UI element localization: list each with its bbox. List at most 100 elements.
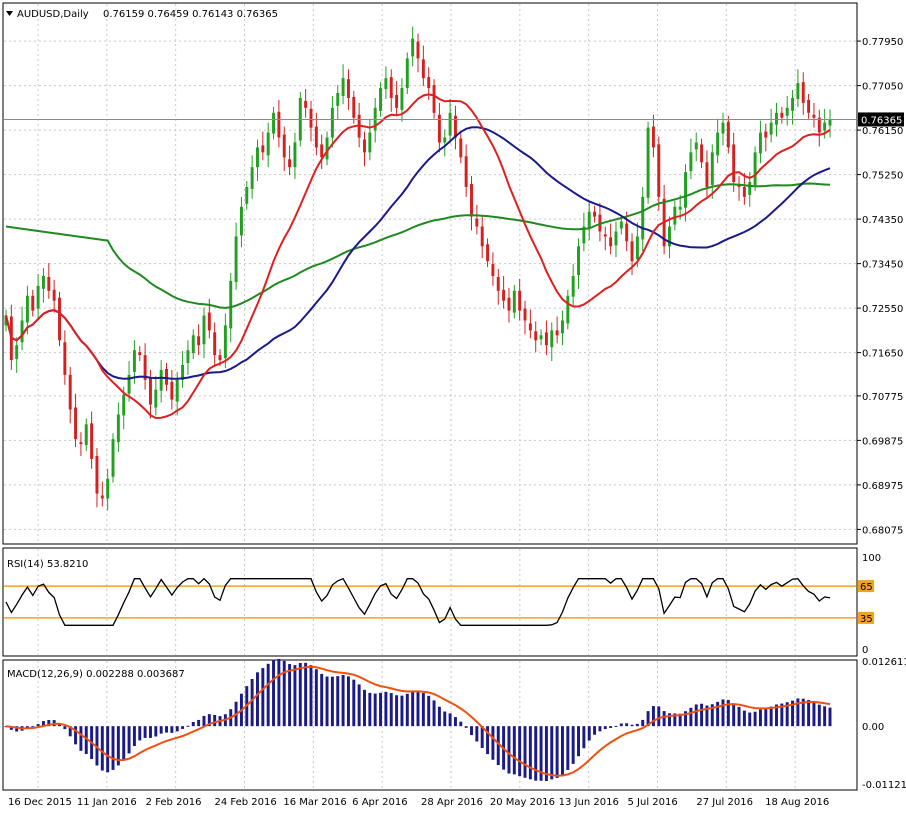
candle-body [641, 196, 645, 240]
candle-body [36, 285, 40, 309]
macd-histogram-bar [389, 693, 393, 727]
candle-body [148, 377, 152, 405]
candle-body [207, 312, 211, 331]
macd-histogram-bar [79, 726, 83, 751]
candle-body [475, 218, 479, 227]
macd-histogram-bar [523, 726, 527, 778]
price-axis-label: 0.73450 [862, 260, 903, 271]
macd-histogram-bar [475, 726, 479, 742]
candle-body [74, 407, 78, 440]
candle-body [116, 414, 120, 443]
macd-histogram-bar [555, 726, 559, 778]
candle-body [63, 342, 67, 375]
macd-histogram-bar [202, 715, 206, 727]
candle-body [100, 495, 104, 499]
macd-histogram-bar [346, 676, 350, 727]
macd-histogram-bar [186, 725, 190, 727]
macd-histogram-bar [379, 692, 383, 727]
candle-body [191, 335, 195, 354]
macd-histogram-bar [464, 726, 468, 728]
candle-body [25, 295, 29, 323]
candle-body [15, 345, 19, 360]
macd-histogram-bar [122, 726, 126, 760]
candle-body [170, 381, 174, 400]
macd-histogram-bar [309, 665, 313, 727]
date-axis-label: 18 Aug 2016 [765, 797, 829, 808]
price-axis-label: 0.68975 [862, 481, 903, 492]
macd-histogram-bar [106, 726, 110, 773]
candle-body [705, 162, 709, 187]
macd-histogram-bar [582, 726, 586, 749]
macd-histogram-bar [421, 693, 425, 727]
price-axis-label: 0.75250 [862, 171, 903, 182]
candle-body [175, 379, 179, 402]
candle-body [828, 119, 832, 126]
candle-body [261, 145, 265, 153]
candle-body [443, 137, 447, 143]
candle-body [555, 330, 559, 336]
candle-body [507, 297, 511, 311]
ohlc-readout: 0.76159 0.76459 0.76143 0.76365 [103, 9, 278, 20]
candle-body [796, 83, 800, 99]
macd-histogram-bar [448, 713, 452, 727]
macd-histogram-bar [127, 726, 131, 754]
macd-histogram-bar [352, 679, 356, 727]
candle-body [528, 323, 532, 331]
candle-body [432, 85, 436, 113]
macd-histogram-bar [282, 660, 286, 727]
date-axis-label: 2 Feb 2016 [146, 797, 202, 808]
candle-body [646, 127, 650, 198]
macd-axis-label: -0.011216 [862, 780, 906, 791]
macd-histogram-bar [512, 726, 516, 775]
candle-body [609, 237, 613, 247]
macd-histogram-bar [411, 691, 415, 727]
candle-body [165, 368, 168, 385]
date-axis-label: 16 Mar 2016 [283, 797, 346, 808]
rsi-level-label: 65 [860, 582, 873, 593]
candle-body [480, 226, 484, 247]
macd-histogram-bar [314, 669, 318, 727]
candle-body [245, 186, 249, 204]
candle-body [464, 156, 468, 187]
candle-body [368, 132, 372, 153]
candle-body [421, 59, 425, 79]
candle-body [223, 325, 227, 359]
candle-body [769, 122, 773, 135]
candle-body [566, 295, 570, 324]
candle-body [320, 144, 324, 158]
macd-histogram-bar [325, 676, 329, 727]
candle-body [625, 223, 629, 242]
candle-body [229, 280, 233, 329]
candle-body [154, 389, 158, 408]
macd-histogram-bar [427, 695, 431, 727]
candle-body [630, 241, 634, 262]
macd-histogram-bar [405, 693, 409, 727]
macd-histogram-bar [641, 719, 645, 727]
candle-body [764, 131, 768, 138]
macd-histogram-bar [742, 710, 746, 727]
macd-histogram-bar [400, 695, 404, 727]
candle-body [523, 308, 527, 321]
macd-histogram-bar [261, 668, 265, 727]
candle-body [41, 275, 45, 289]
macd-histogram-bar [528, 726, 532, 780]
candle-body [31, 295, 35, 311]
macd-histogram-bar [175, 726, 179, 732]
macd-histogram-bar [769, 706, 773, 727]
macd-histogram-bar [737, 706, 741, 727]
macd-histogram-bar [395, 695, 399, 727]
candle-body [239, 206, 243, 236]
candle-body [202, 315, 206, 345]
rsi-title: RSI(14) 53.8210 [7, 559, 88, 570]
macd-histogram-bar [625, 723, 629, 727]
macd-histogram-bar [764, 708, 768, 727]
candle-body [812, 114, 816, 118]
macd-histogram-bar [336, 676, 340, 727]
candle-body [52, 289, 56, 301]
date-axis-label: 13 Jun 2016 [559, 797, 619, 808]
candle-body [491, 264, 495, 276]
candle-body [496, 276, 500, 291]
date-axis-label: 24 Feb 2016 [215, 797, 277, 808]
candle-body [437, 114, 441, 143]
macd-histogram-bar [437, 706, 441, 727]
